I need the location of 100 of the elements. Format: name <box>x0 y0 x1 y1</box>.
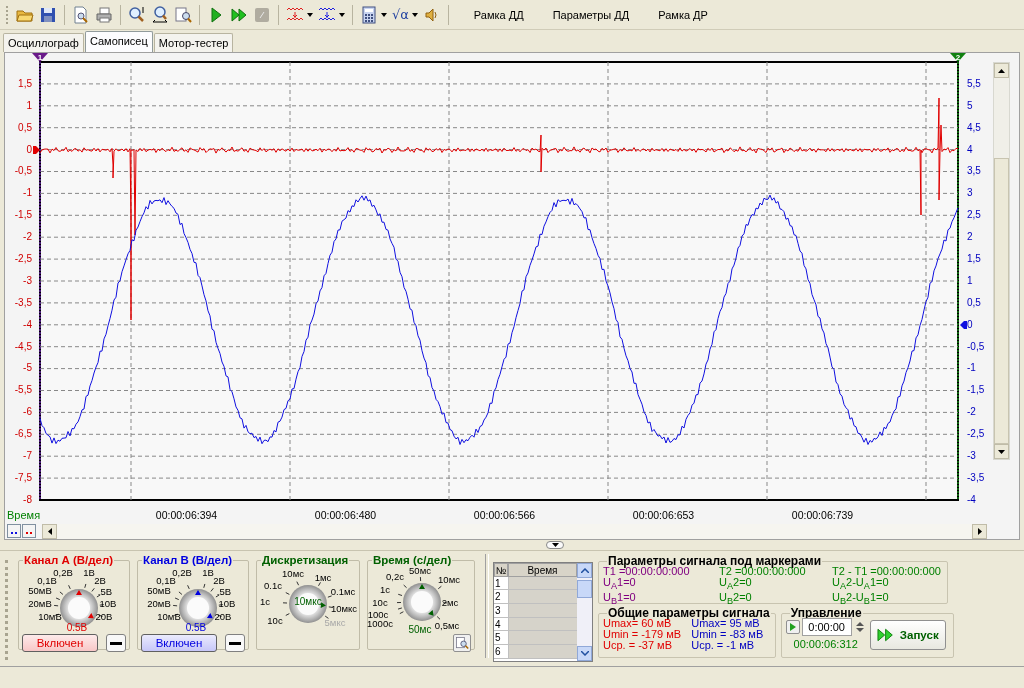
toolbar-button[interactable]: Рамка ДР <box>652 6 714 23</box>
axis-tick-label: -5 <box>23 362 32 375</box>
param-text: T1 =00:00:00:000 <box>603 566 691 577</box>
axis-tick-label: 0,5 <box>967 296 981 309</box>
param-text: U$_{A}$2-U$_{A}$1=0 <box>832 577 890 593</box>
caret-icon[interactable] <box>339 12 345 17</box>
save-icon[interactable] <box>39 5 57 24</box>
scale-label: 2В <box>94 576 106 586</box>
channel-toggle-button[interactable]: Включен <box>141 634 217 652</box>
column-header[interactable]: Время <box>508 563 577 577</box>
scale-label: 10мВ <box>38 612 62 622</box>
axis-tick-label: -4 <box>23 318 32 331</box>
scale-label: 0,5мс <box>434 621 460 631</box>
invert-button[interactable] <box>225 634 245 652</box>
group-title: Параметры сигнала под маркерами <box>608 554 823 568</box>
scale-label: .5В <box>97 587 113 597</box>
scale-label: 1000с <box>367 619 393 629</box>
marker-flag[interactable]: 1 <box>32 52 48 62</box>
param-text: Uср. = -1 мВ <box>691 640 756 651</box>
tab[interactable]: Мотор-тестер <box>153 33 234 52</box>
axis-tick-label: 5,5 <box>967 77 981 90</box>
zoom-icon[interactable] <box>151 5 169 24</box>
scale-label: 0,1В <box>37 576 57 586</box>
axis-tick-label: -1,5 <box>14 209 32 222</box>
fast-forward-icon[interactable] <box>230 5 248 24</box>
group-title: Общие параметры сигнала <box>608 606 771 620</box>
play-button[interactable] <box>785 620 800 634</box>
printer-icon[interactable] <box>95 5 113 24</box>
caret-icon[interactable] <box>307 12 313 17</box>
column-header[interactable]: № <box>494 563 508 577</box>
right-arrow-icon <box>977 527 982 535</box>
axis-tick-label: -2,5 <box>967 428 985 441</box>
marker-line[interactable] <box>957 61 959 501</box>
axis-tick-label: -1 <box>967 362 976 375</box>
axis-tick-label: -7,5 <box>14 471 32 484</box>
play-icon <box>789 623 796 631</box>
axis-tick-label: -3 <box>967 450 976 463</box>
scroll-thumb[interactable] <box>577 580 592 598</box>
axis-tick-label: -3 <box>23 274 32 287</box>
axis-tick-label: 1,5 <box>967 253 981 265</box>
formula-button[interactable]: √α <box>392 7 409 22</box>
table-cell <box>508 645 577 659</box>
start-button[interactable]: Запуск <box>869 620 946 650</box>
collapse-button[interactable] <box>546 541 564 549</box>
param-text: Umin = -83 мВ <box>691 629 764 640</box>
dial-value: 50мс <box>408 625 432 635</box>
param-text: T2 - T1 =00:00:00:000 <box>832 566 941 577</box>
marker-line[interactable] <box>39 61 41 501</box>
trace-toggle-button[interactable] <box>7 524 21 538</box>
axis-tick-label: 1 <box>26 99 32 112</box>
axis-tick-label: -7 <box>23 450 32 463</box>
axis-tick-label: -2 <box>23 231 32 244</box>
axis-tick-label: 3 <box>967 187 973 200</box>
print-preview-icon[interactable] <box>72 5 90 24</box>
dots-icon <box>10 532 18 535</box>
dots-icon <box>25 532 33 535</box>
horizontal-scrollbar[interactable] <box>42 523 987 539</box>
scale-label: 10В <box>218 599 236 609</box>
scale-label: .5В <box>216 587 232 597</box>
toolbar-button[interactable]: Параметры ДД <box>546 6 636 23</box>
param-text: U$_{A}$2=0 <box>719 577 753 593</box>
scale-label: 10мкс <box>330 604 358 614</box>
param-text: U$_{B}$2-U$_{B}$1=0 <box>832 592 890 608</box>
axis-tick-label: -1,5 <box>967 384 985 397</box>
scale-label: 0,2В <box>53 568 73 578</box>
axis-tick-label: -6 <box>23 406 32 419</box>
scale-label: 20мВ <box>147 599 171 609</box>
zoom-button[interactable] <box>453 634 471 652</box>
axis-tick-label: 3,5 <box>967 165 981 178</box>
param-text: Uср. = -37 мВ <box>603 640 673 651</box>
table-cell <box>508 631 577 646</box>
scale-label: 0,2с <box>386 572 404 582</box>
trace-toggle-button[interactable] <box>22 524 36 538</box>
vertical-scrollbar[interactable] <box>993 62 1010 460</box>
minus-icon <box>229 641 241 645</box>
zoom-icon[interactable] <box>128 5 146 24</box>
group-title: Время (с/дел) <box>372 554 453 566</box>
scale-label: 1В <box>202 568 214 578</box>
toolbar-button[interactable]: Рамка ДД <box>467 6 530 23</box>
axis-tick-label: 4,5 <box>967 121 981 134</box>
tab[interactable]: Осциллограф <box>3 33 84 52</box>
tab[interactable]: Самописец <box>84 31 153 52</box>
scale-label: 0,1В <box>156 576 176 586</box>
scale-label: 1В <box>83 568 95 578</box>
axis-tick-label: -0,5 <box>967 340 985 353</box>
scale-label: 50мВ <box>28 586 52 596</box>
caret-icon[interactable] <box>411 12 418 17</box>
axis-tick-label: -6,5 <box>14 428 32 441</box>
caret-icon[interactable] <box>381 12 387 17</box>
axis-tick-label: -8 <box>23 493 32 506</box>
scale-label: 0,2В <box>172 568 192 578</box>
channel-toggle-button[interactable]: Включен <box>22 634 98 652</box>
time-field[interactable]: 0:00:00 <box>801 618 852 636</box>
calculator-icon[interactable] <box>360 5 378 24</box>
scale-label: 1с <box>380 585 390 595</box>
time-tick-label: 00:00:06:394 <box>154 509 219 521</box>
invert-button[interactable] <box>106 634 126 652</box>
axis-tick-label: -0,5 <box>14 165 32 178</box>
document-search-icon[interactable] <box>174 5 192 24</box>
marker-flag[interactable]: 2 <box>950 52 966 62</box>
